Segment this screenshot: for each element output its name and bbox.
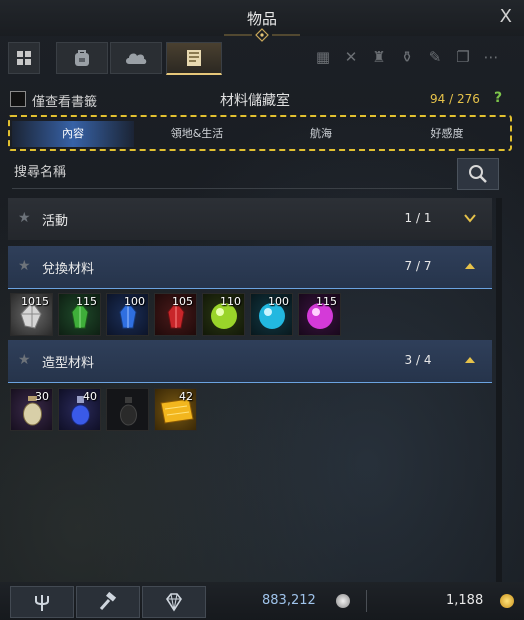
storage-title: 材料儲藏室	[220, 93, 290, 109]
bookmark-only-checkbox[interactable]	[10, 91, 26, 107]
potion-icon[interactable]: ⚱	[396, 46, 418, 68]
backpack-tab[interactable]	[56, 42, 108, 74]
search-bar	[12, 160, 452, 189]
section-count: 1 / 1	[404, 211, 432, 225]
item-quantity: 100	[268, 295, 289, 308]
chevron-up-icon[interactable]	[462, 258, 478, 274]
search-icon	[469, 165, 487, 183]
bookmark-star-icon[interactable]: ★	[18, 352, 31, 368]
help-icon[interactable]: ?	[494, 90, 510, 106]
section-header-appearance-materials[interactable]: ★ 造型材料 3 / 4	[8, 340, 492, 383]
title-bar: 物品 X	[0, 0, 524, 42]
bookmark-only-label: 僅查看書籤	[32, 95, 98, 110]
grid-filter-icon[interactable]: ▦	[312, 46, 334, 68]
trident-button[interactable]	[10, 586, 74, 618]
item-quantity: 105	[172, 295, 193, 308]
storage-filter-icons: ▦ ✕ ♜ ⚱ ✎ ❐ ⋯	[312, 46, 502, 68]
section-header-event[interactable]: ★ 活動 1 / 1	[8, 198, 492, 240]
category-tab-voyage[interactable]: 航海	[260, 121, 382, 147]
chevron-down-icon[interactable]	[462, 210, 478, 226]
section-name: 造型材料	[42, 356, 95, 371]
section-name: 活動	[42, 214, 69, 229]
item-slot[interactable]: 115	[58, 293, 101, 336]
close-button[interactable]: X	[500, 6, 512, 27]
item-quantity: 110	[220, 295, 241, 308]
backpack-icon	[75, 50, 89, 66]
item-quantity: 30	[35, 390, 49, 403]
book-storage-icon	[187, 50, 201, 66]
title-ornament-icon	[224, 28, 300, 42]
item-slot[interactable]: 115	[298, 293, 341, 336]
category-tab-rapport[interactable]: 好感度	[386, 121, 508, 147]
item-slot[interactable]: 42	[154, 388, 197, 431]
item-quantity: 115	[76, 295, 97, 308]
item-quantity: 42	[179, 390, 193, 403]
item-slot[interactable]: 40	[58, 388, 101, 431]
item-slot[interactable]: 110	[202, 293, 245, 336]
divider	[366, 590, 367, 612]
bottom-bar: 883,212 1,188	[0, 582, 524, 620]
bookmark-star-icon[interactable]: ★	[18, 210, 31, 226]
section-count: 3 / 4	[404, 353, 432, 367]
section-name: 兌換材料	[42, 262, 95, 277]
search-button[interactable]	[457, 158, 499, 190]
search-input[interactable]	[12, 164, 446, 181]
hammer-button[interactable]	[76, 586, 140, 618]
hammer-icon	[99, 591, 117, 610]
window-title: 物品	[246, 10, 277, 28]
item-quantity: 100	[124, 295, 145, 308]
silver-amount: 883,212	[262, 593, 316, 608]
section-header-exchange-materials[interactable]: ★ 兌換材料 7 / 7	[8, 246, 492, 289]
gem-button[interactable]	[142, 586, 206, 618]
material-storage-tab[interactable]	[166, 42, 222, 75]
trident-icon	[35, 595, 49, 611]
cards-icon[interactable]: ❐	[452, 46, 474, 68]
item-slot[interactable]	[106, 388, 149, 431]
item-slot[interactable]: 105	[154, 293, 197, 336]
diamond-icon	[166, 593, 182, 612]
category-tab-territory-life[interactable]: 領地&生活	[136, 121, 258, 147]
more-icon[interactable]: ⋯	[480, 46, 502, 68]
cloud-bag-icon	[126, 53, 147, 64]
chevron-up-icon[interactable]	[462, 352, 478, 368]
scrollbar[interactable]	[496, 198, 502, 618]
grid-view-tab[interactable]	[8, 42, 40, 74]
item-quantity: 40	[83, 390, 97, 403]
item-slot[interactable]: 1015	[10, 293, 53, 336]
armor-icon[interactable]: ♜	[368, 46, 390, 68]
bookmark-star-icon[interactable]: ★	[18, 258, 31, 274]
dark-bottle-icon	[120, 397, 137, 426]
grid-icon	[17, 51, 31, 65]
gold-amount: 1,188	[446, 593, 484, 608]
category-tabs: 內容 領地&生活 航海 好感度	[8, 115, 512, 151]
category-tab-content[interactable]: 內容	[12, 121, 134, 147]
item-quantity: 1015	[21, 295, 49, 308]
item-slot[interactable]: 100	[106, 293, 149, 336]
silver-coin-icon	[336, 594, 350, 608]
item-slot[interactable]: 30	[10, 388, 53, 431]
crossed-swords-icon[interactable]: ✕	[340, 46, 362, 68]
section-count: 7 / 7	[404, 259, 432, 273]
cloud-bag-tab[interactable]	[110, 42, 162, 74]
gold-coin-icon	[500, 594, 514, 608]
storage-count: 94 / 276	[430, 92, 480, 106]
feather-icon[interactable]: ✎	[424, 46, 446, 68]
storage-header: 僅查看書籤 材料儲藏室 94 / 276 ?	[10, 90, 514, 110]
item-slot[interactable]: 100	[250, 293, 293, 336]
item-quantity: 115	[316, 295, 337, 308]
